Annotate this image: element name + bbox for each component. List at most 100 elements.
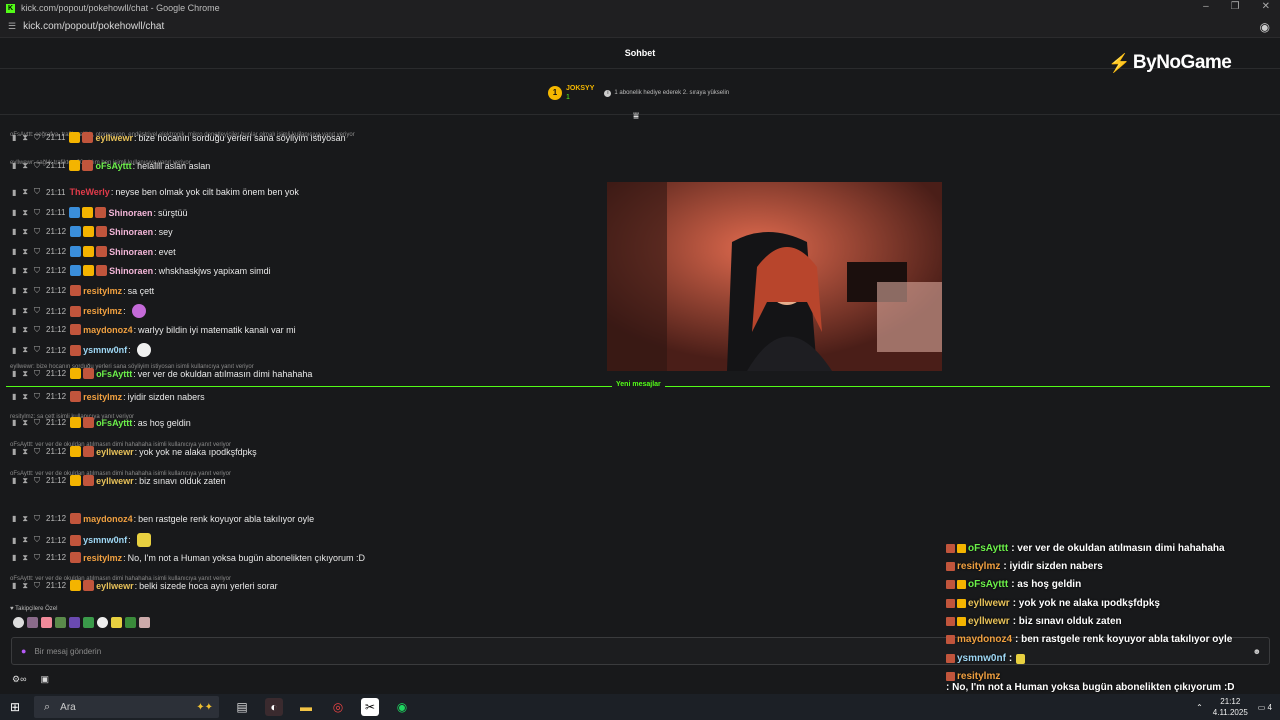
gift-leaderboard[interactable]: 1 JOKSYY 1 i 1 abonelik hediye ederek 2.… bbox=[548, 80, 729, 106]
microphone-icon[interactable]: ● bbox=[21, 646, 26, 656]
chat-message[interactable]: ▮ ⧗ ⛉ 21:11 Shinoraen: sürştüü bbox=[12, 207, 188, 218]
timeout-icon[interactable]: ⧗ bbox=[22, 286, 28, 296]
pin-icon[interactable]: ▮ bbox=[12, 392, 16, 401]
message-username[interactable]: maydonoz4 bbox=[83, 325, 133, 335]
message-username[interactable]: oFsAyttt bbox=[96, 369, 132, 379]
ban-icon[interactable]: ⛉ bbox=[34, 369, 40, 379]
message-username[interactable]: oFsAyttt bbox=[96, 418, 132, 428]
spotify-icon[interactable]: ◉ bbox=[393, 698, 411, 716]
message-username[interactable]: Shinoraen bbox=[108, 208, 152, 218]
ban-icon[interactable]: ⛉ bbox=[34, 187, 40, 197]
pin-icon[interactable]: ▮ bbox=[12, 188, 16, 197]
message-username[interactable]: resitylmz bbox=[83, 306, 122, 316]
points-icon[interactable]: ⚙∞ bbox=[12, 674, 26, 685]
chat-message[interactable]: ▮ ⧗ ⛉ 21:12 eyllwewr: yok yok ne alaka ıpodkş… bbox=[12, 446, 257, 457]
timeout-icon[interactable]: ⧗ bbox=[22, 325, 28, 335]
pin-icon[interactable]: ▮ bbox=[12, 553, 16, 562]
tray-chevron-icon[interactable]: ⌃ bbox=[1196, 703, 1203, 712]
minimize-button[interactable]: – bbox=[1203, 1, 1209, 12]
emote[interactable] bbox=[97, 617, 108, 628]
chat-message[interactable]: ▮ ⧗ ⛉ 21:12 resitylmz: sa çett bbox=[12, 285, 154, 296]
emote[interactable] bbox=[125, 617, 136, 628]
message-username[interactable]: TheWerly bbox=[69, 187, 109, 197]
message-username[interactable]: ysmnw0nf bbox=[83, 535, 127, 545]
ban-icon[interactable]: ⛉ bbox=[34, 247, 40, 257]
ban-icon[interactable]: ⛉ bbox=[34, 161, 40, 171]
chat-message[interactable]: ▮ ⧗ ⛉ 21:12 eyllwewr: belki sizede hoca aynı … bbox=[12, 580, 278, 591]
pin-icon[interactable]: ▮ bbox=[12, 286, 16, 295]
pin-icon[interactable]: ▮ bbox=[12, 307, 16, 316]
chat-message[interactable]: ▮ ⧗ ⛉ 21:12 Shinoraen: sey bbox=[12, 226, 173, 237]
chat-message[interactable]: ▮ ⧗ ⛉ 21:12 maydonoz4: warlyy bildin iyi mate… bbox=[12, 324, 296, 335]
ban-icon[interactable]: ⛉ bbox=[34, 133, 40, 143]
ban-icon[interactable]: ⛉ bbox=[34, 418, 40, 428]
gift-icon[interactable]: ▣ bbox=[40, 674, 49, 685]
chat-message[interactable]: ▮ ⧗ ⛉ 21:12 oFsAyttt: as hoş geldin bbox=[12, 417, 191, 428]
ban-icon[interactable]: ⛉ bbox=[34, 325, 40, 335]
pin-icon[interactable]: ▮ bbox=[12, 536, 16, 545]
message-username[interactable]: resitylmz bbox=[83, 553, 122, 563]
ban-icon[interactable]: ⛉ bbox=[34, 227, 40, 237]
chat-message[interactable]: ▮ ⧗ ⛉ 21:12 maydonoz4: ben rastgele renk koyu… bbox=[12, 513, 314, 524]
ban-icon[interactable]: ⛉ bbox=[34, 514, 40, 524]
message-username[interactable]: oFsAyttt bbox=[95, 161, 131, 171]
message-username[interactable]: resitylmz bbox=[83, 286, 122, 296]
chat-message[interactable]: ▮ ⧗ ⛉ 21:12 resitylmz: bbox=[12, 304, 146, 318]
pin-icon[interactable]: ▮ bbox=[12, 514, 16, 523]
timeout-icon[interactable]: ⧗ bbox=[22, 161, 28, 171]
chat-message[interactable]: ▮ ⧗ ⛉ 21:11 oFsAyttt: helallll aslan aslan bbox=[12, 160, 210, 171]
notification-icon[interactable]: ▭ 4 bbox=[1258, 703, 1272, 712]
message-username[interactable]: eyllwewr bbox=[96, 581, 134, 591]
file-explorer-icon[interactable]: ▬ bbox=[297, 698, 315, 716]
timeout-icon[interactable]: ⧗ bbox=[22, 345, 28, 355]
leader-username[interactable]: JOKSYY bbox=[566, 84, 594, 93]
site-settings-icon[interactable]: ☰ bbox=[8, 21, 16, 32]
clock[interactable]: 21:12 4.11.2025 bbox=[1213, 696, 1248, 718]
ban-icon[interactable]: ⛉ bbox=[34, 286, 40, 296]
pin-icon[interactable]: ▮ bbox=[12, 266, 16, 275]
restore-button[interactable]: ❐ bbox=[1231, 1, 1240, 12]
chat-message[interactable]: ▮ ⧗ ⛉ 21:12 oFsAyttt: ver ver de okuldan atıl… bbox=[12, 368, 312, 379]
timeout-icon[interactable]: ⧗ bbox=[22, 535, 28, 545]
close-button[interactable]: ✕ bbox=[1262, 1, 1270, 12]
ban-icon[interactable]: ⛉ bbox=[34, 476, 40, 486]
chat-message[interactable]: ▮ ⧗ ⛉ 21:12 Shinoraen: whskhaskjws yapixam si… bbox=[12, 265, 271, 276]
chat-message[interactable]: ▮ ⧗ ⛉ 21:12 ysmnw0nf: bbox=[12, 343, 151, 357]
timeout-icon[interactable]: ⧗ bbox=[22, 247, 28, 257]
timeout-icon[interactable]: ⧗ bbox=[22, 476, 28, 486]
eye-icon[interactable]: ◉ bbox=[1260, 20, 1270, 34]
ban-icon[interactable]: ⛉ bbox=[34, 266, 40, 276]
message-username[interactable]: ysmnw0nf bbox=[83, 345, 127, 355]
message-username[interactable]: eyllwewr bbox=[95, 133, 133, 143]
chat-message[interactable]: ▮ ⧗ ⛉ 21:12 resitylmz: No, I'm not a Human yo… bbox=[12, 552, 365, 563]
timeout-icon[interactable]: ⧗ bbox=[22, 514, 28, 524]
ban-icon[interactable]: ⛉ bbox=[34, 392, 40, 402]
timeout-icon[interactable]: ⧗ bbox=[22, 227, 28, 237]
timeout-icon[interactable]: ⧗ bbox=[22, 392, 28, 402]
pin-icon[interactable]: ▮ bbox=[12, 447, 16, 456]
taskbar-search[interactable]: ⌕ Ara ✦✦ bbox=[34, 696, 219, 718]
pin-icon[interactable]: ▮ bbox=[12, 325, 16, 334]
timeout-icon[interactable]: ⧗ bbox=[22, 553, 28, 563]
message-input-placeholder[interactable]: Bir mesaj gönderin bbox=[34, 647, 101, 656]
chat-message[interactable]: ▮ ⧗ ⛉ 21:11 eyllwewr: bize hocanın sorduğu ye… bbox=[12, 132, 346, 143]
timeout-icon[interactable]: ⧗ bbox=[22, 447, 28, 457]
timeout-icon[interactable]: ⧗ bbox=[22, 133, 28, 143]
emote[interactable] bbox=[27, 617, 38, 628]
url-text[interactable]: kick.com/popout/pokehowll/chat bbox=[23, 21, 164, 32]
pin-icon[interactable]: ▮ bbox=[12, 247, 16, 256]
timeout-icon[interactable]: ⧗ bbox=[22, 581, 28, 591]
timeout-icon[interactable]: ⧗ bbox=[22, 208, 28, 218]
emote[interactable] bbox=[69, 617, 80, 628]
timeout-icon[interactable]: ⧗ bbox=[22, 306, 28, 316]
chrome-icon[interactable]: ◎ bbox=[329, 698, 347, 716]
pin-icon[interactable]: ▮ bbox=[12, 133, 16, 142]
pin-icon[interactable]: ▮ bbox=[12, 227, 16, 236]
chat-message[interactable]: ▮ ⧗ ⛉ 21:12 eyllwewr: biz sınavı olduk zaten bbox=[12, 475, 226, 486]
emote[interactable] bbox=[41, 617, 52, 628]
ban-icon[interactable]: ⛉ bbox=[34, 208, 40, 218]
emote[interactable] bbox=[55, 617, 66, 628]
emote[interactable] bbox=[111, 617, 122, 628]
ban-icon[interactable]: ⛉ bbox=[34, 553, 40, 563]
emote[interactable] bbox=[13, 617, 24, 628]
